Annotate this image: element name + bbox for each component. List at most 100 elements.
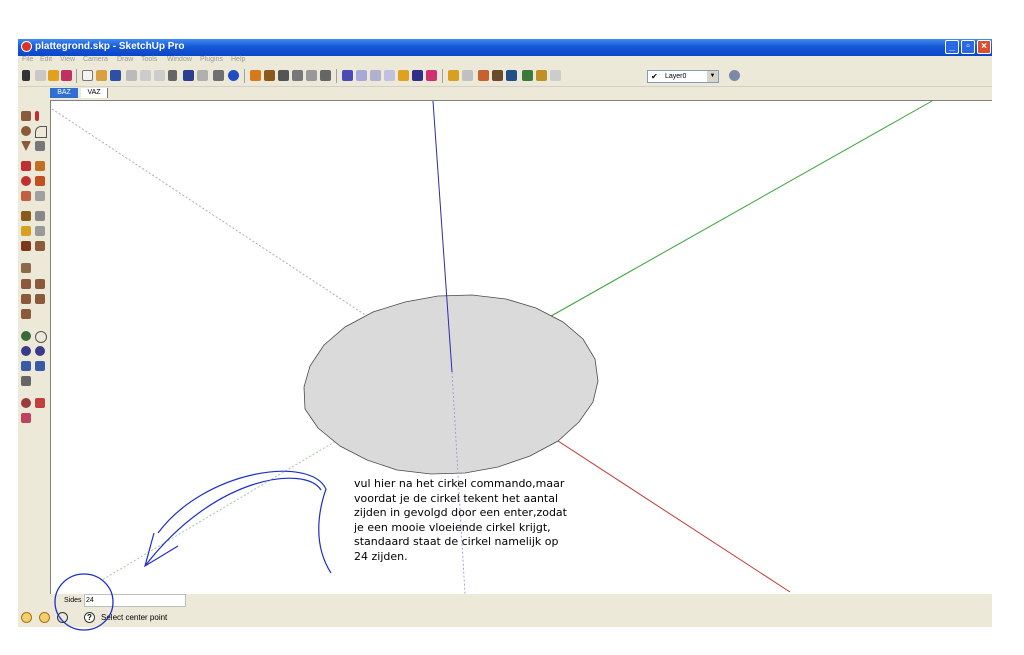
top-view-icon[interactable] <box>264 70 275 81</box>
copy-icon[interactable] <box>140 70 151 81</box>
sandbox-tool-icon[interactable] <box>21 263 31 273</box>
menu-help[interactable]: Help <box>231 56 245 63</box>
look-around-tool-icon[interactable] <box>35 398 45 408</box>
menu-tools[interactable]: Tools <box>141 56 157 63</box>
freehand-tool-icon[interactable] <box>35 141 45 151</box>
redo-icon[interactable] <box>197 70 208 81</box>
monochrome-icon[interactable] <box>412 70 423 81</box>
push-pull-tool-icon[interactable] <box>35 161 45 171</box>
rotate-tool-icon[interactable] <box>21 176 31 186</box>
open-file-icon[interactable] <box>96 70 107 81</box>
iso-view-icon[interactable] <box>250 70 261 81</box>
layer-dropdown[interactable]: ✔ Layer0 ▼ <box>647 70 719 83</box>
credits-icon[interactable] <box>39 612 50 623</box>
zoom-window-icon[interactable] <box>35 346 45 356</box>
position-camera-icon[interactable] <box>492 70 503 81</box>
close-button[interactable]: × <box>977 40 991 54</box>
shaded-icon[interactable] <box>384 70 395 81</box>
arc-tool-icon[interactable] <box>35 126 47 138</box>
help-icon[interactable]: ? <box>84 612 95 623</box>
pan-tool-icon[interactable] <box>35 331 47 343</box>
section-plane-tool-icon[interactable] <box>21 413 31 423</box>
tape-measure-icon[interactable] <box>21 211 31 221</box>
title-bar[interactable]: plattegrond.skp - SketchUp Pro _ ▫ × <box>18 39 992 56</box>
shaded-textures-icon[interactable] <box>398 70 409 81</box>
status-message: Select center point <box>101 613 168 622</box>
solid-union-icon[interactable] <box>21 279 31 289</box>
dimension-tool-icon[interactable] <box>35 211 45 221</box>
protractor-tool-icon[interactable] <box>21 226 31 236</box>
scene-tabs: BAZ VAZ <box>18 87 992 99</box>
wireframe-icon[interactable] <box>356 70 367 81</box>
undo-icon[interactable] <box>183 70 194 81</box>
toggle-terrain-icon[interactable] <box>536 70 547 81</box>
previous-view-icon[interactable] <box>35 361 45 371</box>
scene-tab-baz[interactable]: BAZ <box>50 88 78 98</box>
orbit-tool-icon[interactable] <box>21 331 31 341</box>
menu-draw[interactable]: Draw <box>117 56 133 63</box>
walk-icon[interactable] <box>478 70 489 81</box>
get-models-icon[interactable] <box>448 70 459 81</box>
status-bar: ? Select center point <box>18 609 992 626</box>
zoom-tool-icon[interactable] <box>21 346 31 356</box>
cut-icon[interactable] <box>126 70 137 81</box>
new-file-icon[interactable] <box>82 70 93 81</box>
look-around-icon[interactable] <box>506 70 517 81</box>
minimize-button[interactable]: _ <box>945 40 959 54</box>
left-tool-palette <box>18 101 50 601</box>
solid-intersect-icon[interactable] <box>21 294 31 304</box>
paint-bucket-icon[interactable] <box>48 70 59 81</box>
walk-tool-icon[interactable] <box>21 376 31 386</box>
restore-button[interactable]: ▫ <box>961 40 975 54</box>
menu-window[interactable]: Window <box>167 56 192 63</box>
share-model-icon[interactable] <box>462 70 473 81</box>
solid-trim-icon[interactable] <box>35 294 45 304</box>
circle-tool-icon[interactable] <box>21 126 31 136</box>
scene-tab-vaz[interactable]: VAZ <box>81 88 108 98</box>
axes-tool-icon[interactable] <box>21 241 31 251</box>
layer-manager-icon[interactable] <box>729 70 740 81</box>
chevron-down-icon[interactable]: ▼ <box>707 71 718 82</box>
offset-tool-icon[interactable] <box>35 191 45 201</box>
menu-file[interactable]: File <box>22 56 33 63</box>
polygon-tool-icon[interactable] <box>21 141 31 151</box>
geo-location-icon[interactable] <box>21 612 32 623</box>
earth-icon[interactable] <box>522 70 533 81</box>
solid-split-icon[interactable] <box>21 309 31 319</box>
follow-me-tool-icon[interactable] <box>35 176 45 186</box>
3d-text-tool-icon[interactable] <box>35 241 45 251</box>
xray-icon[interactable] <box>342 70 353 81</box>
line-tool-icon[interactable] <box>35 111 39 121</box>
place-model-icon[interactable] <box>550 70 561 81</box>
layer-visible-check-icon: ✔ <box>651 72 658 81</box>
zoom-extents-icon[interactable] <box>21 361 31 371</box>
back-view-icon[interactable] <box>306 70 317 81</box>
position-camera-tool-icon[interactable] <box>21 398 31 408</box>
menu-plugins[interactable]: Plugins <box>200 56 223 63</box>
hidden-line-icon[interactable] <box>370 70 381 81</box>
front-view-icon[interactable] <box>278 70 289 81</box>
model-info-icon[interactable] <box>228 70 239 81</box>
sides-input[interactable]: 24 <box>84 594 186 607</box>
scale-tool-icon[interactable] <box>21 191 31 201</box>
text-tool-icon[interactable] <box>35 226 45 236</box>
solid-subtract-icon[interactable] <box>35 279 45 289</box>
window-title: plattegrond.skp - SketchUp Pro <box>35 41 185 52</box>
menu-view[interactable]: View <box>60 56 75 63</box>
right-view-icon[interactable] <box>292 70 303 81</box>
menu-bar: File Edit View Camera Draw Tools Window … <box>18 56 992 67</box>
delete-icon[interactable] <box>168 70 177 81</box>
make-component-icon[interactable] <box>35 70 46 81</box>
left-view-icon[interactable] <box>320 70 331 81</box>
eraser-icon[interactable] <box>61 70 72 81</box>
section-plane-icon[interactable] <box>426 70 437 81</box>
user-icon[interactable] <box>57 612 68 623</box>
save-icon[interactable] <box>110 70 121 81</box>
rectangle-tool-icon[interactable] <box>21 111 31 121</box>
paste-icon[interactable] <box>154 70 165 81</box>
print-icon[interactable] <box>213 70 224 81</box>
select-arrow-icon[interactable] <box>22 70 30 81</box>
menu-camera[interactable]: Camera <box>83 56 108 63</box>
menu-edit[interactable]: Edit <box>40 56 52 63</box>
move-tool-icon[interactable] <box>21 161 31 171</box>
